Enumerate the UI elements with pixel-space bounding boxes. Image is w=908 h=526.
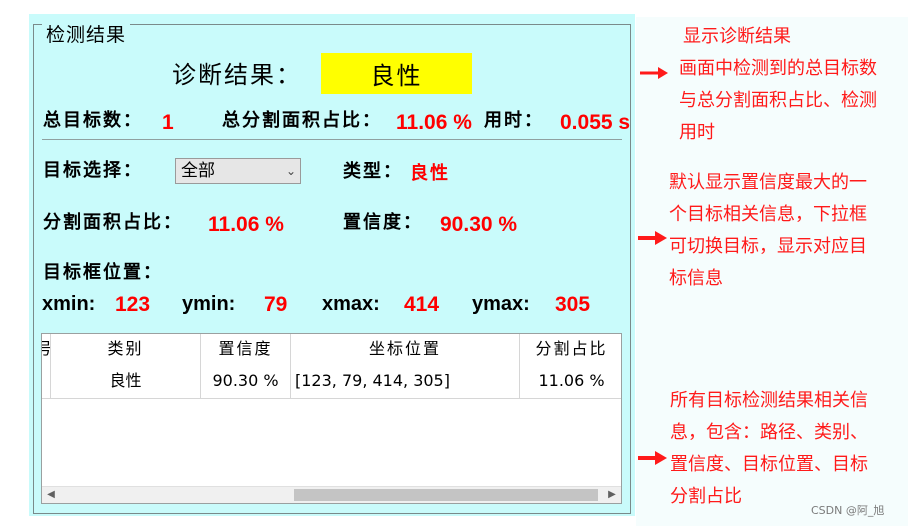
note-summary-line: 用时 <box>679 122 715 143</box>
xmin-label: xmin: <box>42 293 96 315</box>
type-value: 良性 <box>410 163 450 184</box>
header-cell-bbox[interactable]: 坐标位置 <box>291 334 520 366</box>
header-cell-area[interactable]: 分割占比 <box>520 334 621 366</box>
note-table-line: 置信度、目标位置、目标 <box>670 454 868 475</box>
target-area-value: 11.06 % <box>208 213 284 236</box>
diagnosis-value-text: 良性 <box>370 62 423 90</box>
note-diagnosis: 显示诊断结果 <box>683 21 791 53</box>
arrow-right-icon <box>638 451 667 465</box>
row-cell-index <box>42 366 51 398</box>
type-label: 类型： <box>343 161 403 182</box>
header-cell-index[interactable]: 号 <box>42 334 51 366</box>
target-select[interactable]: 全部 ⌄ <box>175 158 301 184</box>
confidence-value: 90.30 % <box>440 213 518 236</box>
diagnosis-value: 良性 <box>321 53 472 94</box>
total-area-value: 11.06 % <box>396 111 472 134</box>
note-diagnosis-line: 显示诊断结果 <box>683 26 791 47</box>
header-cell-class[interactable]: 类别 <box>51 334 201 366</box>
note-summary-line: 与总分割面积占比、检测 <box>679 90 877 111</box>
note-target-line: 个目标相关信息，下拉框 <box>669 204 867 225</box>
ymin-label: ymin: <box>182 293 236 315</box>
row-cell-confidence: 90.30 % <box>201 366 291 398</box>
xmin-value: 123 <box>115 293 151 316</box>
note-target-line: 默认显示置信度最大的一 <box>669 172 867 193</box>
note-target-line: 标信息 <box>669 268 723 289</box>
group-title: 检测结果 <box>42 22 131 48</box>
xmax-value: 414 <box>404 293 440 316</box>
time-value: 0.055 s <box>560 111 631 134</box>
ymax-label: ymax: <box>472 293 530 315</box>
note-table-line: 息，包含：路径、类别、 <box>670 422 868 443</box>
watermark: CSDN @阿_旭 <box>811 504 885 517</box>
bbox-label: 目标框位置： <box>43 262 163 283</box>
note-target-line: 可切换目标，显示对应目 <box>669 236 867 257</box>
target-select-label: 目标选择： <box>43 160 143 181</box>
confidence-label: 置信度： <box>343 212 423 233</box>
xmax-label: xmax: <box>322 293 380 315</box>
arrow-right-icon[interactable]: ▶ <box>605 487 619 503</box>
arrow-right-icon <box>640 67 668 79</box>
row-cell-area: 11.06 % <box>538 371 605 390</box>
total-area-label: 总分割面积占比： <box>222 110 382 131</box>
total-targets-value: 1 <box>162 111 174 134</box>
time-label: 用时： <box>484 110 544 131</box>
arrow-left-icon[interactable]: ◀ <box>44 487 58 503</box>
row-cell-bbox: [123, 79, 414, 305] <box>291 366 520 398</box>
note-table: 所有目标检测结果相关信 息，包含：路径、类别、 置信度、目标位置、目标 分割占比 <box>670 385 868 513</box>
note-summary: 画面中检测到的总目标数 与总分割面积占比、检测 用时 <box>679 53 877 149</box>
note-table-line: 所有目标检测结果相关信 <box>670 390 868 411</box>
divider <box>42 139 622 140</box>
horizontal-scrollbar[interactable]: ◀ ▶ <box>42 486 621 503</box>
note-target: 默认显示置信度最大的一 个目标相关信息，下拉框 可切换目标，显示对应目 标信息 <box>669 167 867 295</box>
target-select-value: 全部 <box>181 161 215 181</box>
table-row[interactable]: 良性 90.30 % [123, 79, 414, 305] 11.06 % <box>42 366 621 399</box>
scroll-thumb[interactable] <box>294 489 598 501</box>
results-table[interactable]: 号 类别 置信度 坐标位置 分割占比 良性 90.30 % [123, 79, … <box>41 333 622 504</box>
ymin-value: 79 <box>264 293 288 316</box>
ymax-value: 305 <box>555 293 591 316</box>
total-targets-label: 总目标数： <box>43 110 143 131</box>
diagnosis-label: 诊断结果： <box>172 61 302 89</box>
row-cell-class: 良性 <box>51 366 201 398</box>
header-cell-confidence[interactable]: 置信度 <box>201 334 291 366</box>
target-area-label: 分割面积占比： <box>43 212 183 233</box>
table-header: 号 类别 置信度 坐标位置 分割占比 <box>42 334 621 366</box>
chevron-down-icon: ⌄ <box>285 164 296 178</box>
note-summary-line: 画面中检测到的总目标数 <box>679 58 877 79</box>
arrow-right-icon <box>638 231 667 245</box>
